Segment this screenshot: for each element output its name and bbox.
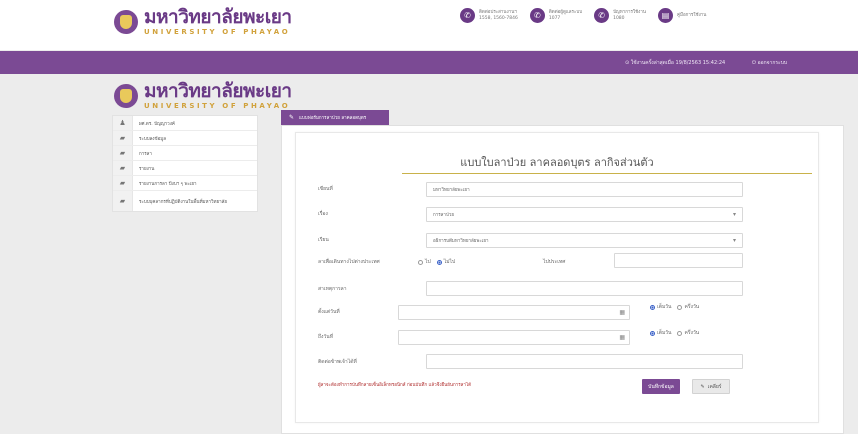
from-half-day-label: ครึ่งวัน (684, 304, 700, 310)
folder-icon: ▰ (113, 191, 133, 211)
pencil-icon: ✎ (700, 383, 705, 390)
contact-admin[interactable]: ✆ ติดต่อผู้ดูแลระบบ 1077 (529, 8, 582, 23)
calendar-icon[interactable]: ▦ (619, 334, 625, 341)
to-date-input[interactable]: ▦ (398, 330, 630, 345)
logout-label: ออกจากระบบ (757, 60, 788, 66)
from-full-day-label: เต็มวัน (657, 304, 672, 310)
country-input[interactable] (614, 253, 743, 268)
to-value: อธิการบดีมหาวิทยาลัยพะเยา (433, 239, 489, 244)
from-date-label: ตั้งแต่วันที่ (318, 309, 340, 315)
clear-button[interactable]: ✎ เคลียร์ (692, 379, 730, 394)
crest-icon (114, 10, 138, 34)
contact-number: 1077 (548, 15, 561, 21)
to-label: เรียน (318, 237, 329, 243)
contact-support[interactable]: ✆ ปัญหาการใช้งาน 1080 (594, 8, 646, 23)
contact-info-input[interactable] (426, 354, 743, 369)
folder-icon: ▰ (113, 176, 133, 190)
sidebar-item-label: การลา (139, 151, 152, 157)
leave-form: แบบใบลาป่วย ลาคลอดบุตร ลากิจส่วนตัว เขีย… (295, 132, 819, 423)
to-date-duration-group: เต็มวัน ครึ่งวัน (650, 329, 699, 337)
subject-select[interactable]: การลาป่วย (426, 207, 743, 222)
to-half-day-label: ครึ่งวัน (684, 330, 700, 336)
top-nav-bar: ⊙ ใช้งานครั้งล่าสุดเมื่อ 19/8/2563 15:42… (0, 51, 858, 74)
to-half-day-radio[interactable] (677, 330, 683, 336)
user-manual-link[interactable]: ▤ คู่มือการใช้งาน (657, 8, 707, 23)
abroad-no-radio[interactable] (436, 259, 442, 265)
site-header: มหาวิทยาลัยพะเยา UNIVERSITY OF PHAYAO ✆ … (0, 0, 858, 50)
to-full-day-radio[interactable] (650, 330, 655, 336)
to-full-day-label: เต็มวัน (657, 330, 672, 336)
country-label: ไปประเทศ (543, 259, 566, 265)
contact-info-label: ติดต่อข้าพเจ้าได้ที่ (318, 359, 357, 365)
last-login-time: ⊙ ใช้งานครั้งล่าสุดเมื่อ 19/8/2563 15:42… (625, 60, 726, 66)
sidebar-item-label: ผศ.ดร. ปัญญาวงค์ (139, 121, 175, 127)
to-date-label: ถึงวันที่ (318, 334, 333, 340)
contact-number: 1080 (613, 15, 625, 21)
logo-thai-text: มหาวิทยาลัยพะเยา (144, 6, 292, 28)
sidebar-item-leave[interactable]: ▰ การลา (113, 146, 257, 161)
title-divider (402, 173, 812, 174)
logout-icon: ⏻ (752, 60, 756, 66)
sidebar-item-leave-report[interactable]: ▰ รายงานการลา ปีงบฯ ๆ พะเยา (113, 176, 257, 191)
save-button-label: บันทึกข้อมูล (648, 383, 674, 390)
main-panel: แบบใบลาป่วย ลาคลอดบุตร ลากิจส่วนตัว เขีย… (281, 125, 844, 434)
abroad-yes-label: ไป (425, 259, 431, 265)
sidebar-item-report[interactable]: ▰ รายงาน (113, 161, 257, 176)
sidebar-item-user[interactable]: ♟ ผศ.ดร. ปัญญาวงค์ (113, 116, 257, 131)
from-date-input[interactable]: ▦ (398, 305, 630, 320)
contact-coordinator[interactable]: ✆ ติดต่อประสานงานฯ 1558, 1560-7846 (460, 8, 518, 23)
folder-icon: ▰ (113, 146, 133, 160)
calendar-icon[interactable]: ▦ (619, 309, 625, 316)
sidebar-item-label: ระบบบุคลากรที่ปฏิบัติงานในพื้นที่มหาวิทย… (139, 199, 228, 205)
from-half-day-radio[interactable] (677, 304, 683, 310)
phone-icon: ✆ (529, 8, 545, 23)
phone-icon: ✆ (460, 8, 475, 23)
logo-thai-text: มหาวิทยาลัยพะเยา (144, 80, 292, 102)
crest-icon (114, 84, 138, 108)
reason-input[interactable] (426, 281, 743, 296)
sidebar-item-data-entry[interactable]: ▰ ระบบลงข้อมูล (113, 131, 257, 146)
subject-label: เรื่อง (318, 211, 328, 217)
save-button[interactable]: บันทึกข้อมูล (642, 379, 680, 394)
folder-icon: ▰ (113, 131, 133, 145)
written-at-label: เขียนที่ (318, 186, 333, 192)
logout-link[interactable]: ⏻ ออกจากระบบ (752, 59, 787, 67)
abroad-radio-group: ไป ไม่ไป (418, 258, 455, 266)
sidebar-item-label: รายงานการลา ปีงบฯ ๆ พะเยา (139, 181, 197, 187)
from-date-duration-group: เต็มวัน ครึ่งวัน (650, 303, 699, 311)
book-icon: ▤ (657, 8, 673, 23)
university-logo[interactable]: มหาวิทยาลัยพะเยา UNIVERSITY OF PHAYAO (114, 8, 292, 36)
sidebar-item-label: รายงาน (139, 166, 155, 172)
pencil-icon: ✎ (289, 114, 295, 121)
from-full-day-radio[interactable] (650, 304, 655, 310)
contact-label: คู่มือการใช้งาน (676, 12, 707, 18)
abroad-yes-radio[interactable] (418, 259, 423, 265)
signature-note: ผู้ลาจะต้องทำการบันทึกลายเซ็นอิเล็กทรอนิ… (318, 383, 472, 388)
contact-number: 1558, 1560-7846 (479, 15, 518, 21)
logo-english-text: UNIVERSITY OF PHAYAO (144, 28, 291, 36)
logo-english-text: UNIVERSITY OF PHAYAO (144, 102, 291, 110)
sidebar-item-label: ระบบลงข้อมูล (139, 136, 167, 142)
sidebar-menu: ♟ ผศ.ดร. ปัญญาวงค์ ▰ ระบบลงข้อมูล ▰ การล… (112, 115, 258, 212)
user-icon: ♟ (113, 116, 133, 130)
to-select[interactable]: อธิการบดีมหาวิทยาลัยพะเยา (426, 233, 743, 248)
tab-label: แบบฟอร์มการลาป่วย ลาคลอดบุตร (299, 116, 367, 121)
sidebar-item-personnel[interactable]: ▰ ระบบบุคลากรที่ปฏิบัติงานในพื้นที่มหาวิ… (113, 191, 257, 211)
contact-list: ✆ ติดต่อประสานงานฯ 1558, 1560-7846 ✆ ติดต… (460, 8, 718, 23)
sidebar-logo: มหาวิทยาลัยพะเยา UNIVERSITY OF PHAYAO (114, 82, 292, 110)
subject-value: การลาป่วย (433, 213, 454, 218)
phone-icon: ✆ (594, 8, 610, 23)
clear-button-label: เคลียร์ (707, 383, 722, 390)
form-title: แบบใบลาป่วย ลาคลอดบุตร ลากิจส่วนตัว (460, 156, 654, 169)
reason-label: สาเหตุการลา (318, 286, 347, 292)
folder-icon: ▰ (113, 161, 133, 175)
written-at-input[interactable]: มหาวิทยาลัยพะเยา (426, 182, 743, 197)
tab-leave-form[interactable]: ✎ แบบฟอร์มการลาป่วย ลาคลอดบุตร (281, 110, 389, 125)
abroad-no-label: ไม่ไป (443, 259, 456, 265)
written-at-value: มหาวิทยาลัยพะเยา (433, 188, 470, 193)
abroad-label: ลาเพื่อเดินทางไปต่างประเทศ (318, 259, 380, 265)
